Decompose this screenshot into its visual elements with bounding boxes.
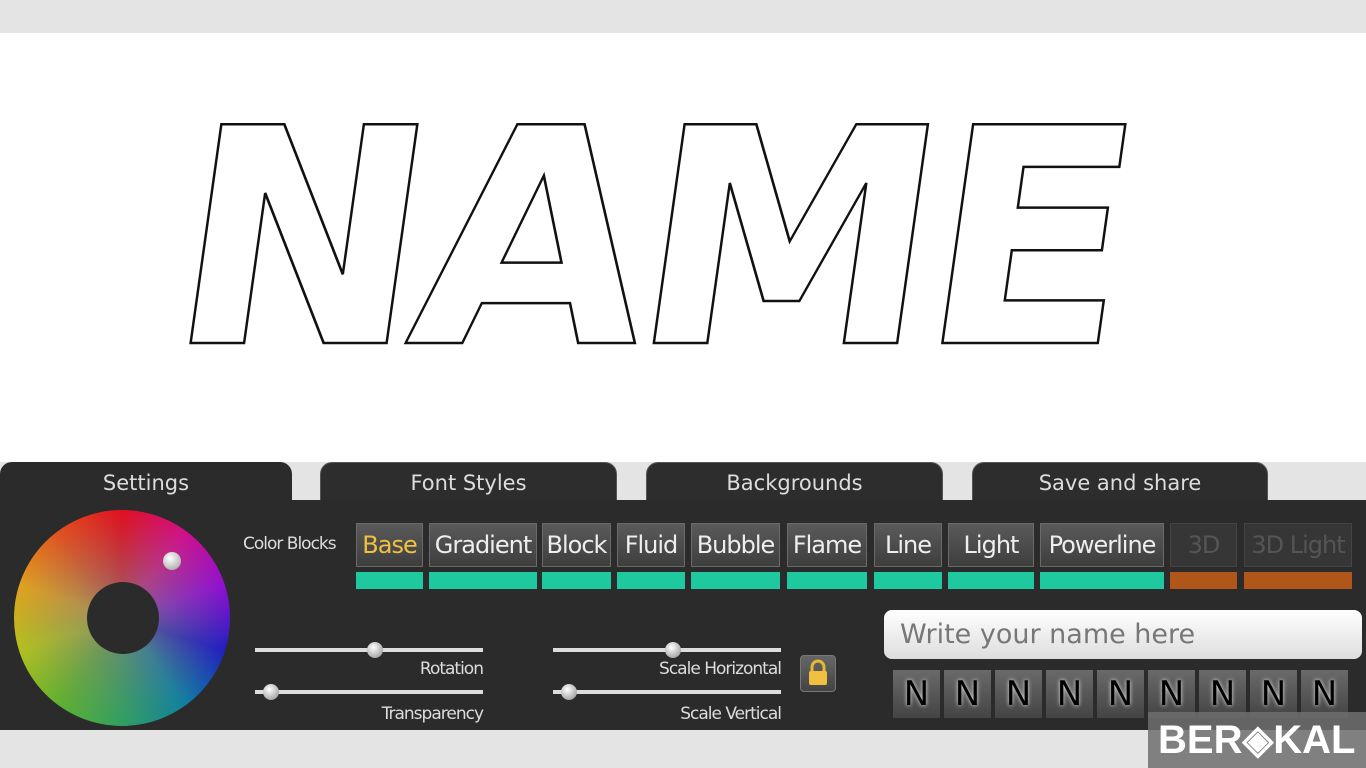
font-style-option[interactable]: N (944, 670, 991, 718)
font-style-option[interactable]: N (995, 670, 1042, 718)
font-style-option[interactable]: N (1097, 670, 1144, 718)
svg-text:NAME: NAME (153, 65, 1149, 414)
rotation-slider-handle[interactable] (367, 642, 383, 658)
lock-aspect-button[interactable] (800, 655, 836, 692)
color-swatch[interactable] (691, 572, 780, 589)
color-block-3d[interactable]: 3D (1170, 523, 1237, 567)
color-block-base[interactable]: Base (356, 523, 423, 567)
lock-icon (809, 659, 827, 685)
color-swatch[interactable] (429, 572, 537, 589)
graffiti-artwork: NAME (152, 64, 1150, 416)
scale-horizontal-label: Scale Horizontal (659, 659, 782, 679)
tab-settings[interactable]: Settings (0, 462, 292, 502)
color-block-flame[interactable]: Flame (787, 523, 867, 567)
tab-save-and-share[interactable]: Save and share (972, 462, 1268, 502)
color-swatch[interactable] (787, 572, 867, 589)
font-style-option[interactable]: N (1148, 670, 1195, 718)
color-block-3d-light[interactable]: 3D Light (1244, 523, 1352, 567)
scale-horizontal-slider[interactable] (553, 642, 781, 658)
color-block-powerline[interactable]: Powerline (1040, 523, 1164, 567)
color-block-gradient[interactable]: Gradient (429, 523, 537, 567)
color-swatch[interactable] (542, 572, 611, 589)
scale-vertical-slider-handle[interactable] (561, 684, 577, 700)
color-block-bubble[interactable]: Bubble (691, 523, 780, 567)
transparency-slider[interactable] (255, 684, 483, 700)
rotation-label: Rotation (419, 659, 484, 679)
color-swatch[interactable] (948, 572, 1034, 589)
name-input[interactable] (884, 610, 1362, 659)
font-style-option[interactable]: N (893, 670, 940, 718)
color-wheel-handle[interactable] (163, 552, 181, 570)
tab-backgrounds[interactable]: Backgrounds (646, 462, 943, 502)
transparency-label: Transparency (381, 704, 484, 724)
color-swatch[interactable] (874, 572, 942, 589)
color-block-line[interactable]: Line (874, 523, 942, 567)
font-style-option[interactable]: N (1199, 670, 1246, 718)
rotation-slider[interactable] (255, 642, 483, 658)
scale-vertical-slider[interactable] (553, 684, 781, 700)
transparency-slider-handle[interactable] (263, 684, 279, 700)
font-style-option[interactable]: N (1046, 670, 1093, 718)
color-swatch[interactable] (617, 572, 685, 589)
color-swatch[interactable] (1170, 572, 1237, 589)
color-swatch[interactable] (356, 572, 423, 589)
color-swatch[interactable] (1244, 572, 1352, 589)
scale-horizontal-slider-handle[interactable] (665, 642, 681, 658)
color-wheel-center (87, 582, 159, 654)
scale-vertical-label: Scale Vertical (680, 704, 782, 724)
color-block-fluid[interactable]: Fluid (617, 523, 685, 567)
font-style-option[interactable]: N (1250, 670, 1297, 718)
color-block-light[interactable]: Light (948, 523, 1034, 567)
graffiti-canvas: NAME (0, 33, 1366, 462)
font-style-option[interactable]: N (1301, 670, 1348, 718)
tab-font-styles[interactable]: Font Styles (320, 462, 617, 502)
color-swatch[interactable] (1040, 572, 1164, 589)
color-block-block[interactable]: Block (542, 523, 611, 567)
watermark-logo: BER◈KAL (1148, 712, 1366, 768)
color-blocks-label: Color Blocks (243, 534, 337, 554)
